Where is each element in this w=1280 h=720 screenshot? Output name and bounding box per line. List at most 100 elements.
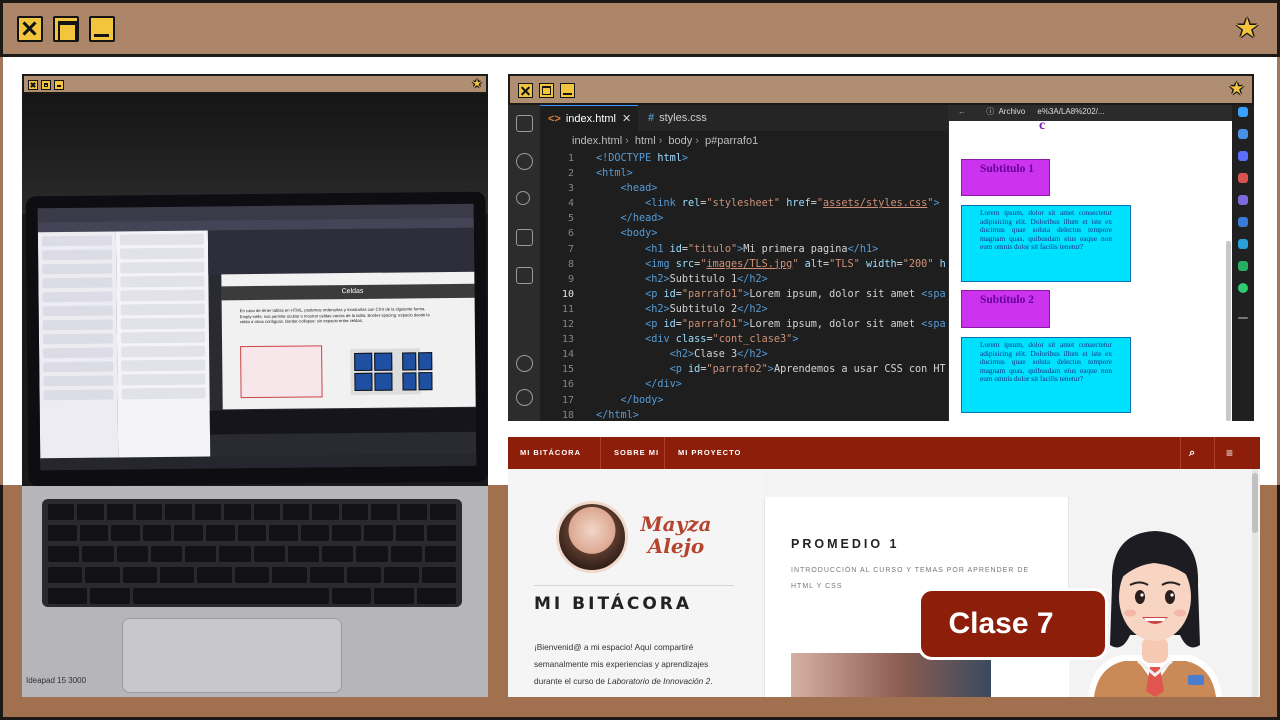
- chat-panel: [115, 230, 211, 460]
- nav-sobre-mi[interactable]: SOBRE MI: [614, 437, 659, 469]
- games-icon[interactable]: [1238, 195, 1248, 205]
- close-icon[interactable]: [518, 83, 533, 98]
- line-number: 16: [561, 379, 574, 391]
- line-number: 3: [567, 183, 574, 195]
- star-icon[interactable]: ★: [1229, 81, 1244, 98]
- slide-text: En caso de tener tablas en HTML, podemos…: [239, 306, 430, 325]
- search-icon[interactable]: [1238, 129, 1248, 139]
- code-line[interactable]: <img src="images/TLS.jpg" alt="TLS" widt…: [596, 257, 948, 272]
- search-icon[interactable]: ⌕: [1189, 437, 1196, 469]
- blog-navbar: MI BITÁCORA SOBRE MI MI PROYECTO ⌕ ≡: [508, 437, 1260, 469]
- line-number: 1: [567, 153, 574, 164]
- blog-intro: ¡Bienvenid@ a mi espacio! Aquí compartir…: [534, 642, 713, 686]
- explorer-icon[interactable]: [516, 115, 533, 132]
- breadcrumb-body[interactable]: body: [668, 135, 692, 147]
- minimize-icon[interactable]: [89, 16, 115, 42]
- teacher-avatar: [1088, 531, 1222, 697]
- address-bar[interactable]: e%3A/LA8%202/...: [1037, 107, 1104, 116]
- code-line[interactable]: <body>: [596, 226, 948, 241]
- activity-bar: [508, 105, 540, 421]
- main-window-titlebar: ★: [0, 0, 1280, 57]
- nav-mi-proyecto[interactable]: MI PROYECTO: [678, 437, 741, 469]
- blog-logo: Mayza Alejo: [640, 512, 712, 558]
- code-line[interactable]: <p id="parrafo1">Lorem ipsum, dolor sit …: [596, 287, 948, 302]
- menu-icon[interactable]: ≡: [1226, 437, 1234, 469]
- code-line[interactable]: <head>: [596, 181, 948, 196]
- breadcrumb-html[interactable]: html: [635, 135, 656, 147]
- maximize-icon[interactable]: [539, 83, 554, 98]
- blog-title: MI BITÁCORA: [534, 594, 693, 614]
- add-icon[interactable]: [1238, 317, 1248, 319]
- line-number: 8: [567, 258, 574, 270]
- browser-sidebar: [1232, 105, 1254, 421]
- code-line[interactable]: <h2>Subtitulo 1</h2>: [596, 272, 948, 287]
- send-icon[interactable]: [1238, 261, 1248, 271]
- close-icon[interactable]: ✕: [622, 113, 631, 125]
- office-icon[interactable]: [1238, 217, 1248, 227]
- code-line[interactable]: </div>: [596, 377, 948, 392]
- editor-window-titlebar: ★: [508, 74, 1254, 105]
- code-line[interactable]: <html>: [596, 166, 948, 181]
- code-line[interactable]: <div class="cont_clase3">: [596, 332, 948, 347]
- blog-sidebar: Mayza Alejo MI BITÁCORA ¡Bienvenid@ a mi…: [508, 469, 762, 697]
- shared-slide: Celdas En caso de tener tablas en HTML, …: [221, 271, 477, 410]
- breadcrumb-file[interactable]: index.html: [572, 135, 622, 147]
- line-number: 17: [561, 394, 574, 406]
- spotify-icon[interactable]: [1238, 283, 1248, 293]
- browser-preview: ← ⓘ Archivo e%3A/LA8%202/... c Subtitulo…: [948, 105, 1254, 421]
- code-line[interactable]: <p id="parrafo2">Aprendemos a usar CSS c…: [596, 362, 948, 377]
- star-icon[interactable]: ★: [472, 78, 482, 89]
- close-icon[interactable]: [17, 16, 43, 42]
- code-line[interactable]: </head>: [596, 211, 948, 226]
- keyboard: [42, 499, 462, 607]
- laptop-brand: Ideapad 15 3000: [26, 676, 87, 685]
- source-control-icon[interactable]: [516, 191, 530, 205]
- run-debug-icon[interactable]: [516, 229, 533, 246]
- search-icon[interactable]: [516, 153, 533, 170]
- code-line[interactable]: <link rel="stylesheet" href="assets/styl…: [596, 196, 948, 211]
- outlook-icon[interactable]: [1238, 239, 1248, 249]
- divider: [534, 585, 734, 586]
- back-icon[interactable]: ←: [958, 107, 966, 116]
- tab-index-html[interactable]: <> index.html ✕: [540, 105, 638, 131]
- scrollbar[interactable]: [1252, 469, 1258, 697]
- webcam-window-titlebar: ★: [22, 74, 488, 94]
- code-line[interactable]: <h2>Subtitulo 2</h2>: [596, 302, 948, 317]
- code-line[interactable]: <h2>Clase 3</h2>: [596, 347, 948, 362]
- code-area[interactable]: <!DOCTYPE html> <html> <head> <link rel="…: [596, 151, 948, 421]
- code-line[interactable]: <!DOCTYPE html>: [596, 151, 948, 166]
- tab-styles-css[interactable]: # styles.css: [640, 105, 730, 131]
- line-number: 6: [567, 228, 574, 240]
- nav-brand[interactable]: MI BITÁCORA: [520, 437, 581, 469]
- line-number: 14: [561, 349, 574, 361]
- maximize-icon[interactable]: [41, 80, 51, 90]
- webcam-photo: Celdas En caso de tener tablas en HTML, …: [22, 94, 488, 697]
- code-line[interactable]: </body>: [596, 393, 948, 408]
- code-line[interactable]: </html>: [596, 408, 948, 421]
- scrollbar[interactable]: [1226, 241, 1231, 421]
- code-line[interactable]: <p id="parrafo1">Lorem ipsum, dolor sit …: [596, 317, 948, 332]
- page-heading-fragment: c: [1039, 118, 1046, 133]
- post-title[interactable]: PROMEDIO 1: [791, 537, 900, 551]
- participants-panel: [37, 231, 119, 461]
- account-icon[interactable]: [516, 355, 533, 372]
- breadcrumb: index.html › html › body › p#parrafo1: [572, 135, 759, 147]
- breadcrumb-paragraph[interactable]: p#parrafo1: [705, 135, 758, 147]
- tag-icon[interactable]: [1238, 151, 1248, 161]
- line-number: 9: [567, 273, 574, 285]
- line-number: 7: [567, 243, 574, 255]
- preview-page: c Subtitulo 1 Lorem ipsum, dolor sit ame…: [949, 118, 1232, 421]
- minimize-icon[interactable]: [560, 83, 575, 98]
- maximize-icon[interactable]: [53, 16, 79, 42]
- briefcase-icon[interactable]: [1238, 173, 1248, 183]
- code-line[interactable]: <h1 id="titulo">Mi primera pagina</h1>: [596, 242, 948, 257]
- subtitle-2: Subtitulo 2: [961, 290, 1050, 328]
- minimize-icon[interactable]: [54, 80, 64, 90]
- extensions-icon[interactable]: [516, 267, 533, 284]
- copilot-icon[interactable]: [1238, 107, 1248, 117]
- profile-avatar: [556, 501, 628, 573]
- slide-title: Celdas: [221, 283, 477, 301]
- star-icon[interactable]: ★: [1235, 15, 1259, 42]
- close-icon[interactable]: [28, 80, 38, 90]
- settings-icon[interactable]: [516, 389, 533, 406]
